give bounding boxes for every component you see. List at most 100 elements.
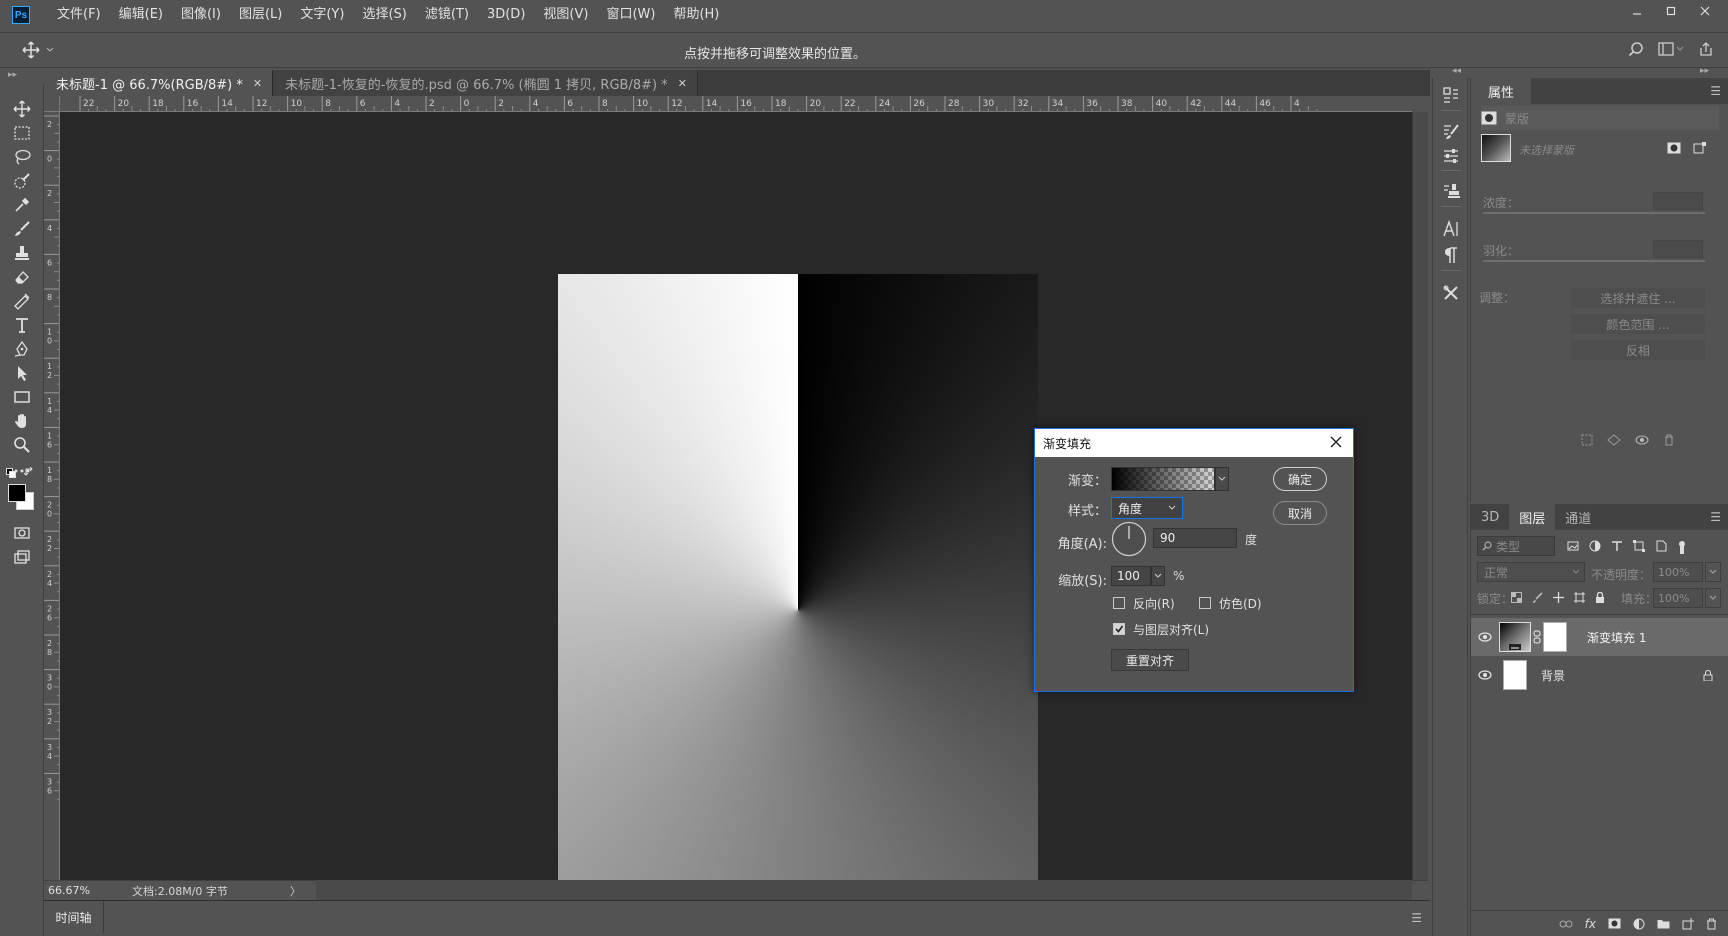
search-icon[interactable] — [1628, 41, 1644, 57]
brush-settings-icon[interactable] — [1440, 120, 1462, 142]
share-icon[interactable] — [1698, 41, 1714, 57]
menu-item-0[interactable]: 文件(F) — [48, 0, 110, 30]
screen-mode-icon[interactable] — [11, 546, 33, 568]
visibility-icon[interactable] — [1471, 632, 1499, 642]
menu-item-1[interactable]: 编辑(E) — [110, 0, 172, 30]
eyedropper-icon[interactable] — [11, 194, 33, 216]
layer-filter-kind[interactable]: 类型 — [1477, 536, 1555, 556]
reset-alignment-button[interactable]: 重置对齐 — [1111, 649, 1189, 671]
panel-menu-icon[interactable]: ☰ — [1710, 510, 1721, 524]
lock-transparent-pixels-icon[interactable] — [1511, 592, 1522, 603]
shape-layer-filter-icon[interactable] — [1633, 540, 1645, 552]
link-icon[interactable] — [1533, 630, 1541, 644]
link-layers-icon[interactable] — [1559, 919, 1573, 929]
opacity-dropdown[interactable] — [1705, 562, 1721, 582]
adjustments-icon[interactable] — [1440, 144, 1462, 166]
dialog-titlebar[interactable]: 渐变填充 — [1035, 429, 1353, 457]
density-input[interactable] — [1653, 192, 1703, 210]
tab-recovered-psd[interactable]: 未标题-1-恢复的-恢复的.psd @ 66.7% (椭圆 1 拷贝, RGB/… — [273, 70, 698, 96]
opacity-input[interactable]: 100% — [1653, 562, 1703, 582]
ruler-origin[interactable] — [44, 96, 60, 112]
history-icon[interactable] — [1440, 84, 1462, 106]
quick-mask-icon[interactable] — [11, 522, 33, 544]
swap-colors-icon[interactable] — [24, 467, 34, 477]
select-and-mask-button[interactable]: 选择并遮住 ... — [1571, 288, 1705, 308]
lock-position-icon[interactable] — [1553, 592, 1564, 603]
feather-input[interactable] — [1653, 240, 1703, 258]
angle-dial[interactable] — [1111, 521, 1147, 557]
feather-slider[interactable] — [1483, 260, 1705, 262]
apply-mask-icon[interactable] — [1607, 434, 1621, 446]
default-colors-icon[interactable] — [6, 468, 16, 478]
gradient-picker-dropdown[interactable] — [1215, 467, 1229, 491]
close-icon[interactable] — [1688, 0, 1722, 22]
blend-mode-select[interactable]: 正常 — [1477, 562, 1585, 582]
brush-icon[interactable] — [11, 218, 33, 240]
menu-item-3[interactable]: 图层(L) — [230, 0, 291, 30]
right-panels-collapse-toggle[interactable]: ▸▸ — [1700, 66, 1709, 76]
tab-layers[interactable]: 图层 — [1509, 504, 1556, 530]
cancel-button[interactable]: 取消 — [1273, 501, 1327, 525]
tab-3d[interactable]: 3D — [1471, 504, 1509, 530]
toolbar-collapse-toggle[interactable]: ▸▸ — [8, 70, 17, 80]
pixel-layer-filter-icon[interactable] — [1567, 540, 1579, 552]
filter-toggle-icon[interactable] — [1677, 540, 1687, 554]
new-group-icon[interactable] — [1657, 918, 1670, 929]
pen-icon[interactable] — [11, 338, 33, 360]
scale-input[interactable]: 100 — [1111, 566, 1151, 586]
new-layer-icon[interactable] — [1682, 917, 1694, 930]
panel-menu-icon[interactable]: ☰ — [1710, 84, 1721, 98]
align-with-layer-checkbox[interactable] — [1113, 623, 1125, 635]
menu-item-8[interactable]: 视图(V) — [534, 0, 597, 30]
menu-item-6[interactable]: 滤镜(T) — [416, 0, 478, 30]
menu-item-9[interactable]: 窗口(W) — [597, 0, 664, 30]
add-vector-mask-icon[interactable] — [1693, 141, 1707, 155]
rectangular-marquee-icon[interactable] — [11, 122, 33, 144]
menu-item-10[interactable]: 帮助(H) — [664, 0, 728, 30]
layer-row-background[interactable]: 背景 — [1471, 656, 1728, 694]
workspace-icon[interactable] — [1658, 41, 1684, 57]
lock-artboard-icon[interactable] — [1574, 592, 1585, 603]
clone-source-icon[interactable] — [1440, 180, 1462, 202]
density-slider[interactable] — [1483, 212, 1705, 214]
lock-all-icon[interactable] — [1595, 592, 1605, 603]
menu-item-7[interactable]: 3D(D) — [478, 0, 534, 30]
lock-image-pixels-icon[interactable] — [1532, 592, 1543, 603]
tab-properties[interactable]: 属性 — [1471, 78, 1531, 104]
tab-untitled-1[interactable]: 未标题-1 @ 66.7%(RGB/8#) * ✕ — [44, 70, 274, 96]
angle-input[interactable]: 90 — [1153, 528, 1237, 548]
load-selection-icon[interactable] — [1581, 434, 1593, 446]
vertical-ruler[interactable]: 2024681012141618202224262830323436 — [44, 112, 60, 880]
type-layer-filter-icon[interactable] — [1611, 540, 1623, 552]
close-icon[interactable]: ✕ — [253, 77, 262, 90]
paragraph-icon[interactable] — [1440, 244, 1462, 266]
tab-channels[interactable]: 通道 — [1555, 504, 1601, 530]
move-tool-icon[interactable] — [11, 98, 33, 120]
quick-selection-icon[interactable] — [11, 170, 33, 192]
delete-icon[interactable] — [1663, 434, 1675, 446]
fx-icon[interactable]: fx — [1585, 917, 1596, 931]
layer-row-gradient-fill[interactable]: 渐变填充 1 — [1471, 618, 1728, 656]
path-selection-icon[interactable] — [11, 362, 33, 384]
reverse-label[interactable]: 反向(R) — [1133, 595, 1175, 612]
zoom-level-field[interactable]: 66.67% — [44, 884, 92, 897]
reverse-checkbox[interactable] — [1113, 597, 1125, 609]
close-icon[interactable] — [1325, 431, 1347, 453]
color-range-button[interactable]: 颜色范围 ... — [1571, 314, 1705, 334]
tool-presets-icon[interactable] — [1440, 282, 1462, 304]
menu-item-5[interactable]: 选择(S) — [353, 0, 415, 30]
align-with-layer-label[interactable]: 与图层对齐(L) — [1133, 621, 1209, 638]
character-icon[interactable] — [1440, 218, 1462, 240]
type-tool-icon[interactable] — [11, 314, 33, 336]
delete-layer-icon[interactable] — [1706, 918, 1717, 930]
horizontal-ruler[interactable]: 22 20 18 16 14 12 10 8 6 4 2 0 2 4 6 8 10 12 14 16 18 20 22 24 2… — [60, 96, 1412, 112]
horizontal-scrollbar[interactable] — [316, 880, 1412, 900]
fill-dropdown[interactable] — [1705, 588, 1721, 608]
smart-object-filter-icon[interactable] — [1655, 540, 1667, 552]
close-icon[interactable]: ✕ — [678, 77, 687, 90]
adjustment-layer-filter-icon[interactable] — [1589, 540, 1601, 552]
lasso-icon[interactable] — [11, 146, 33, 168]
dock-collapse-toggle[interactable]: ◂◂ — [1452, 66, 1461, 76]
add-pixel-mask-icon[interactable] — [1667, 142, 1681, 154]
visibility-icon[interactable] — [1471, 670, 1499, 680]
